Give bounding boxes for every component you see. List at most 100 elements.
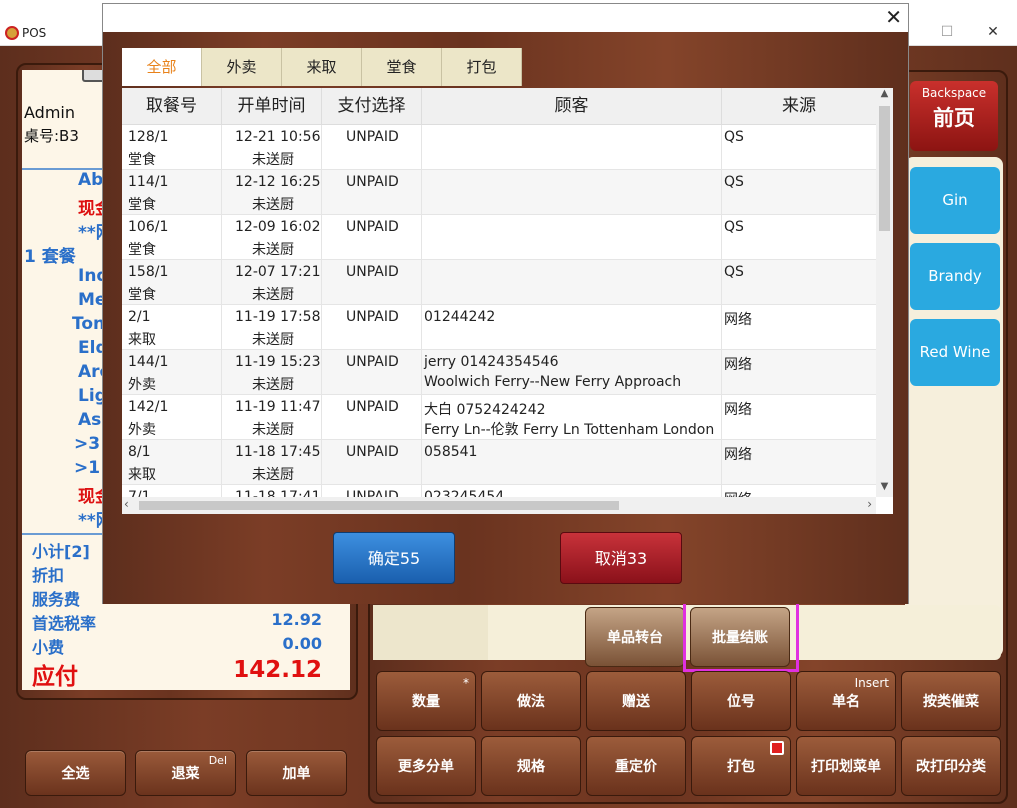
- table-cell: 11-19 15:23 未送厨: [222, 350, 322, 395]
- maximize-icon[interactable]: ☐: [932, 24, 962, 40]
- cell-text: UNPAID: [346, 174, 399, 190]
- function-button[interactable]: 打包: [691, 736, 791, 796]
- horizontal-scrollbar[interactable]: ‹ ›: [122, 497, 876, 514]
- table-row[interactable]: 142/1 外卖 11-19 11:47 未送厨 UNPAID 大白 0752424242…: [122, 395, 876, 440]
- function-button[interactable]: 改打印分类: [901, 736, 1001, 796]
- order-selection-dialog: ✕ 全部 外卖 来取 堂食 打包 取餐号 开单时间 支付选择 顾客 来源 128/1 堂食 12-2…: [102, 3, 909, 604]
- table-cell: 144/1 外卖: [122, 350, 222, 395]
- tab-2[interactable]: 来取: [282, 48, 362, 86]
- cell-text: 11-19 11:47: [235, 399, 321, 415]
- vertical-scrollbar[interactable]: ▲ ▼: [876, 88, 893, 497]
- prev-page-button[interactable]: Backspace 前页: [910, 81, 998, 151]
- function-button[interactable]: 单名 Insert: [796, 671, 896, 731]
- table-row[interactable]: 144/1 外卖 11-19 15:23 未送厨 UNPAID jerry 0142435…: [122, 350, 876, 395]
- function-button[interactable]: 打印划菜单: [796, 736, 896, 796]
- function-button[interactable]: 按类催菜: [901, 671, 1001, 731]
- add-order-button[interactable]: 加单: [246, 750, 347, 796]
- tab-4[interactable]: 打包: [442, 48, 522, 86]
- cell-text: QS: [724, 129, 744, 145]
- tab-0[interactable]: 全部: [122, 48, 202, 86]
- cell-text: 11-19 15:23: [235, 354, 321, 370]
- table-row[interactable]: 128/1 堂食 12-21 10:56 未送厨 UNPAID QS: [122, 125, 876, 170]
- cell-text: 外卖: [128, 422, 156, 438]
- order-item[interactable]: >1: [74, 458, 100, 478]
- function-button[interactable]: 规格: [481, 736, 581, 796]
- return-dish-button[interactable]: 退菜 Del: [135, 750, 236, 796]
- table-cell: [422, 215, 722, 260]
- function-button[interactable]: 数量 *: [376, 671, 476, 731]
- table-cell: jerry 01424354546 Woolwich Ferry--New Fer…: [422, 350, 722, 395]
- cell-text: 网络: [724, 402, 752, 418]
- table-cell: 106/1 堂食: [122, 215, 222, 260]
- button-label: 位号: [727, 694, 755, 710]
- tip-row: 小费 0.00: [32, 634, 322, 657]
- cell-text: Woolwich Ferry--New Ferry Approach: [424, 374, 682, 390]
- tab-3[interactable]: 堂食: [362, 48, 442, 86]
- table-row[interactable]: 106/1 堂食 12-09 16:02 未送厨 UNPAID QS: [122, 215, 876, 260]
- function-button[interactable]: 更多分单: [376, 736, 476, 796]
- table-row[interactable]: 2/1 来取 11-19 17:58 未送厨 UNPAID 01244242 网络: [122, 305, 876, 350]
- button-label: 单名: [832, 694, 860, 710]
- scroll-up-icon[interactable]: ▲: [876, 88, 893, 104]
- table-cell: QS: [722, 260, 876, 305]
- select-all-button[interactable]: 全选: [25, 750, 126, 796]
- cell-text: 大白 0752424242: [424, 402, 546, 418]
- scroll-left-icon[interactable]: ‹: [124, 497, 129, 511]
- function-button[interactable]: 做法: [481, 671, 581, 731]
- function-button[interactable]: 位号: [691, 671, 791, 731]
- table-row[interactable]: 8/1 来取 11-18 17:45 未送厨 UNPAID 058541 网络: [122, 440, 876, 485]
- column-header[interactable]: 来源: [722, 88, 876, 125]
- tab-1[interactable]: 外卖: [202, 48, 282, 86]
- function-button[interactable]: 重定价: [586, 736, 686, 796]
- table-cell: 12-09 16:02 未送厨: [222, 215, 322, 260]
- order-item[interactable]: 1 套餐: [24, 242, 76, 267]
- tax-row: 首选税率 12.92: [32, 610, 322, 633]
- cell-text: 网络: [724, 357, 752, 373]
- order-item[interactable]: Ton: [72, 314, 105, 334]
- table-cell: 12-21 10:56 未送厨: [222, 125, 322, 170]
- category-brandy[interactable]: Brandy: [910, 243, 1000, 310]
- column-header[interactable]: 取餐号: [122, 88, 222, 125]
- table-cell: UNPAID: [322, 170, 422, 215]
- function-button[interactable]: 赠送: [586, 671, 686, 731]
- close-icon[interactable]: ✕: [885, 5, 902, 29]
- shortcut-label: Insert: [854, 676, 889, 690]
- cancel-button[interactable]: 取消33: [560, 532, 682, 584]
- column-header[interactable]: 顾客: [422, 88, 722, 125]
- table-row[interactable]: 114/1 堂食 12-12 16:25 未送厨 UNPAID QS: [122, 170, 876, 215]
- table-cell: [422, 170, 722, 215]
- table-cell: 网络: [722, 395, 876, 440]
- dialog-body: 全部 外卖 来取 堂食 打包 取餐号 开单时间 支付选择 顾客 来源 128/1 堂食 12-21 …: [103, 32, 908, 604]
- cell-text: 未送厨: [252, 242, 294, 258]
- tab-bar: 全部 外卖 来取 堂食 打包: [122, 48, 522, 86]
- table-row[interactable]: 158/1 堂食 12-07 17:21 未送厨 UNPAID QS: [122, 260, 876, 305]
- cell-text: 堂食: [128, 197, 156, 213]
- order-item[interactable]: Ab: [78, 170, 103, 190]
- button-label: 打印划菜单: [811, 759, 881, 775]
- button-label: 重定价: [615, 759, 657, 775]
- table-cell: 01244242: [422, 305, 722, 350]
- column-header[interactable]: 支付选择: [322, 88, 422, 125]
- cell-text: 142/1: [128, 399, 169, 415]
- transfer-item-button[interactable]: 单品转台: [585, 607, 685, 667]
- table-cell: [422, 125, 722, 170]
- dialog-title-bar: ✕: [103, 4, 908, 32]
- button-label: 按类催菜: [923, 694, 979, 710]
- close-window-icon[interactable]: ✕: [978, 24, 1008, 40]
- table-cell: UNPAID: [322, 305, 422, 350]
- column-header[interactable]: 开单时间: [222, 88, 322, 125]
- cell-text: jerry 01424354546: [424, 354, 559, 370]
- cell-text: 堂食: [128, 152, 156, 168]
- window-title: POS: [22, 26, 47, 40]
- table-cell: QS: [722, 125, 876, 170]
- scroll-right-icon[interactable]: ›: [867, 497, 872, 511]
- cell-text: 堂食: [128, 242, 156, 258]
- cell-text: 01244242: [424, 309, 496, 325]
- cell-text: 来取: [128, 467, 156, 483]
- category-gin[interactable]: Gin: [910, 167, 1000, 234]
- scroll-down-icon[interactable]: ▼: [876, 481, 893, 497]
- category-red-wine[interactable]: Red Wine: [910, 319, 1000, 386]
- order-item[interactable]: >3: [74, 434, 100, 454]
- confirm-button[interactable]: 确定55: [333, 532, 455, 584]
- table-header: 取餐号 开单时间 支付选择 顾客 来源: [122, 88, 876, 125]
